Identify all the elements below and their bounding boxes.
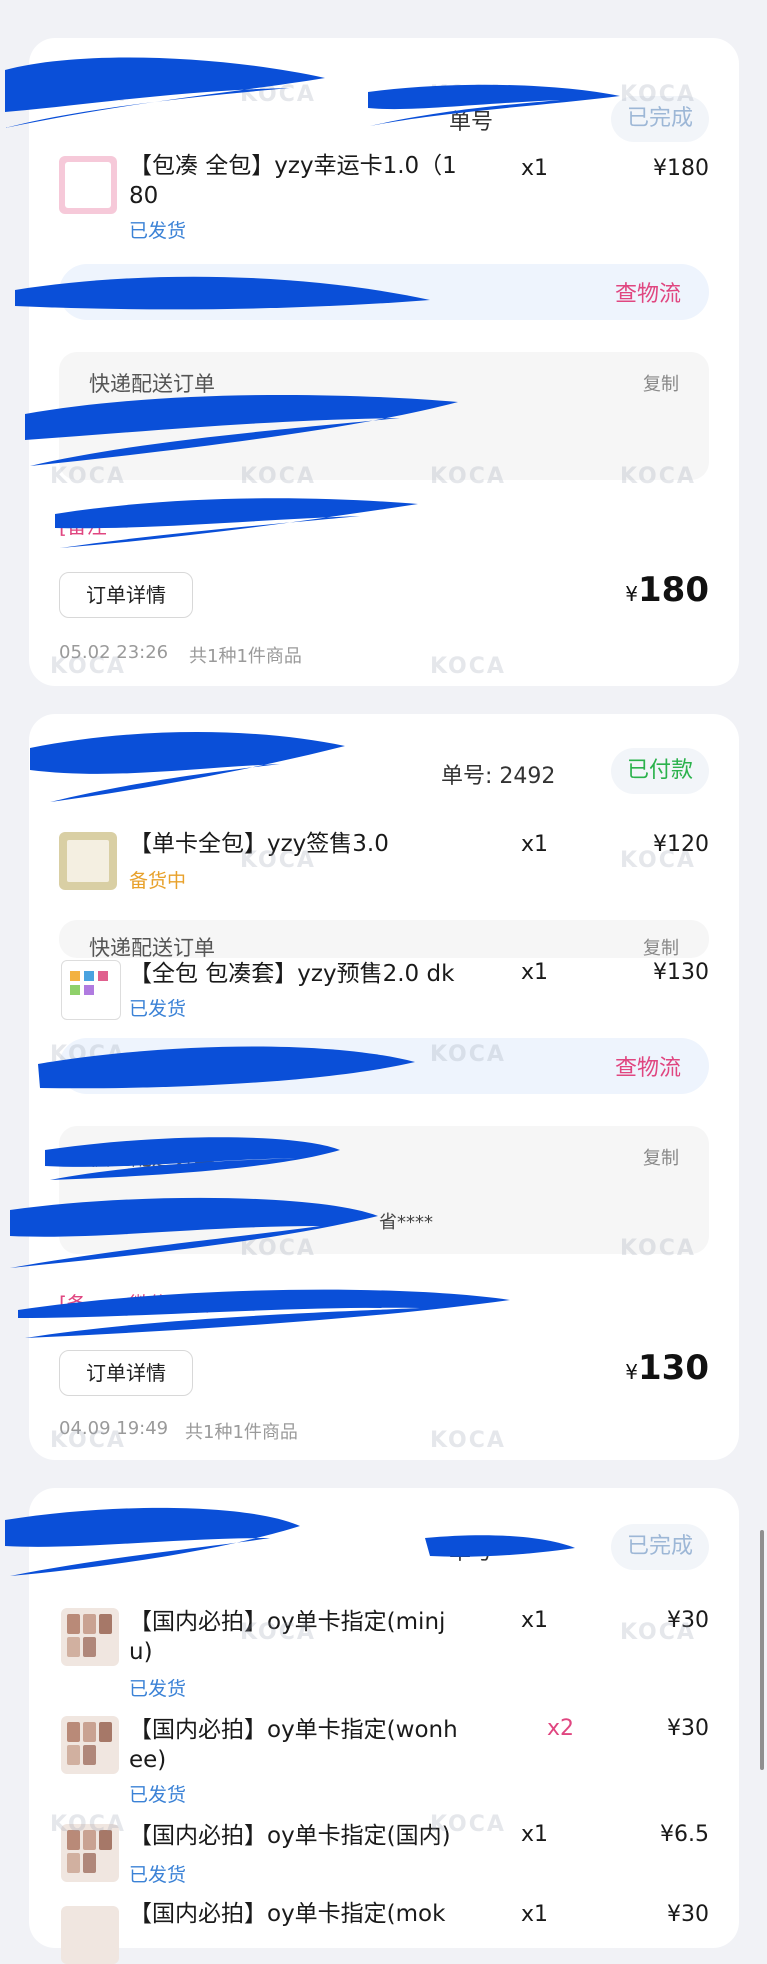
item-price: ¥120 (653, 832, 709, 857)
ship-status: 已发货 (129, 1784, 187, 1806)
address-title: 快递配送订单 (89, 936, 215, 960)
address-fragment: 省**** (379, 1212, 433, 1233)
item-title-cont: 80 (129, 183, 159, 209)
logistics-bar[interactable]: 查物流 (59, 264, 709, 320)
order-date: 04.09 19:49 (59, 1418, 169, 1439)
photo-set-icon (59, 832, 117, 890)
item-price: ¥6.5 (660, 1822, 709, 1847)
track-logistics-button[interactable]: 查物流 (615, 1050, 681, 1082)
track-logistics-button[interactable]: 查物流 (615, 276, 681, 308)
scrollbar[interactable] (760, 1530, 764, 1770)
member-photos-icon (61, 1716, 119, 1774)
logistics-bar[interactable]: 查物流 (59, 1038, 709, 1094)
item-count: 共1种1件商品 (189, 646, 302, 667)
member-photos-icon (61, 1608, 119, 1666)
ship-status: 已发货 (129, 998, 187, 1020)
item-qty: x1 (521, 1902, 549, 1927)
total-amount: 130 (638, 1348, 709, 1388)
order-detail-button[interactable]: 订单详情 (59, 572, 193, 618)
order-status-badge: 已完成 (610, 1524, 709, 1570)
item-qty: x1 (521, 1608, 549, 1633)
item-qty: x2 (547, 1716, 575, 1741)
item-title: 【单卡全包】yzy签售3.0 (129, 831, 389, 857)
member-photos-icon (61, 1906, 119, 1964)
ship-status: 备货中 (129, 870, 187, 892)
order-number: 单号: 2492 (441, 764, 556, 789)
order-date: 05.02 23:26 (59, 642, 169, 663)
copy-button[interactable]: 复制 (643, 370, 679, 396)
ship-status: 已发货 (129, 1864, 187, 1886)
item-price: ¥30 (667, 1716, 709, 1741)
item-title: 【国内必拍】oy单卡指定(minj (129, 1609, 446, 1635)
copy-button[interactable]: 复制 (643, 1144, 679, 1170)
remark-text: 微信晒模 (129, 1292, 209, 1316)
item-title-cont: u) (129, 1639, 153, 1665)
remark-prefix: [备 (59, 1292, 87, 1316)
item-qty: x1 (521, 1822, 549, 1847)
order-card-1: 已完成 单号 【包凑 全包】yzy幸运卡1.0（1 80 x1 ¥180 已发货… (29, 38, 739, 686)
order-status-badge: 已付款 (610, 748, 709, 794)
order-number: 单号 (449, 1540, 494, 1565)
total-currency: ¥ (625, 1360, 639, 1384)
total-currency: ¥ (625, 582, 639, 606)
address-box: 快递配送订单 复制 省**** (59, 1126, 709, 1254)
item-qty: x1 (521, 960, 549, 985)
item-price: ¥180 (653, 156, 709, 181)
item-title: 【包凑 全包】yzy幸运卡1.0（1 (129, 153, 457, 179)
item-title: 【全包 包凑套】yzy预售2.0 dk (129, 960, 455, 988)
order-total: ¥180 (625, 570, 709, 610)
ship-status: 已发货 (129, 1678, 187, 1700)
address-box: 快递配送订单 复制 (59, 352, 709, 480)
order-card-2: 已付款 单号: 2492 【单卡全包】yzy签售3.0 x1 ¥120 备货中 … (29, 714, 739, 1460)
item-title: 【国内必拍】oy单卡指定(国内) (129, 1823, 451, 1849)
item-title-cont: ee) (129, 1747, 167, 1773)
address-title: 快递配送订单 (89, 372, 215, 396)
item-price: ¥130 (653, 960, 709, 985)
color-cards-icon (61, 960, 121, 1020)
pink-card-icon (59, 156, 117, 214)
order-total: ¥130 (625, 1348, 709, 1388)
address-title: 快递配送订单 (89, 1146, 215, 1170)
item-qty: x1 (521, 832, 549, 857)
item-count: 共1种1件商品 (185, 1422, 298, 1443)
item-price: ¥30 (667, 1608, 709, 1633)
order-number: 单号 (449, 110, 494, 135)
order-detail-button[interactable]: 订单详情 (59, 1350, 193, 1396)
item-qty: x1 (521, 156, 549, 181)
item-title: 【国内必拍】oy单卡指定(mok (129, 1901, 446, 1927)
item-title: 【国内必拍】oy单卡指定(wonh (129, 1717, 458, 1743)
total-amount: 180 (638, 570, 709, 610)
item-price: ¥30 (667, 1902, 709, 1927)
ship-status: 已发货 (129, 220, 187, 242)
order-status-badge: 已完成 (610, 96, 709, 142)
address-box-partial: 快递配送订单 复制 (59, 920, 709, 960)
member-photos-icon (61, 1824, 119, 1882)
copy-button[interactable]: 复制 (643, 934, 679, 960)
remark-text: [备注 (59, 514, 107, 538)
order-card-3: 已完成 单号 【国内必拍】oy单卡指定(minj u) x1 ¥30 已发货 【… (29, 1488, 739, 1964)
